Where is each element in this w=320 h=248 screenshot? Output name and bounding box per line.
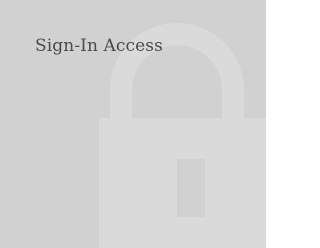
sign-in-access-tile[interactable]: Sign-In Access bbox=[0, 0, 266, 248]
tile-title: Sign-In Access bbox=[35, 36, 163, 56]
